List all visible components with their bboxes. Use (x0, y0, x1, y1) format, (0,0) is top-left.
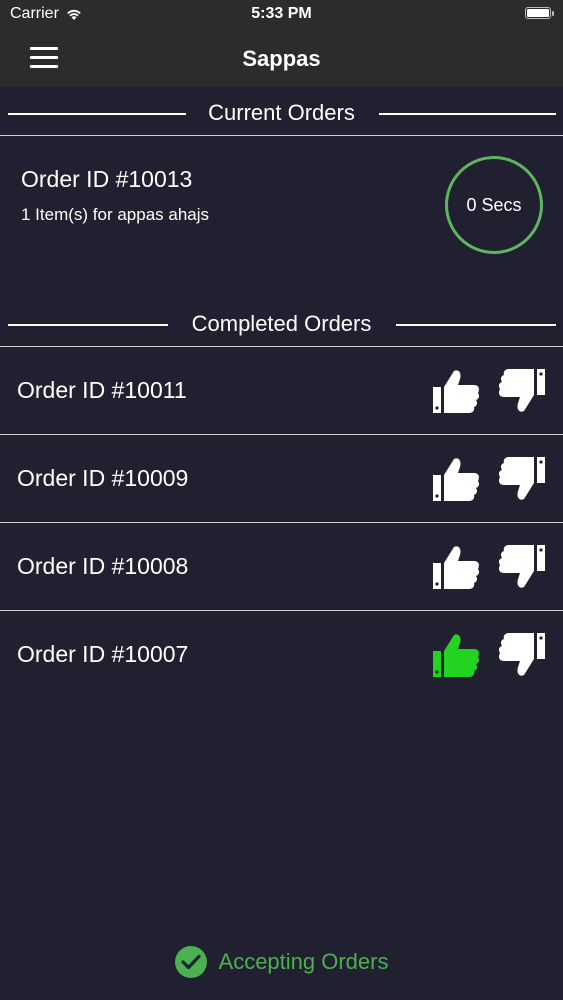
completed-order-row[interactable]: Order ID #10008 (0, 523, 563, 611)
order-id: Order ID #10007 (17, 641, 189, 667)
thumbs-up-icon[interactable] (428, 540, 482, 594)
nav-bar: Sappas (0, 30, 563, 87)
completed-order-row[interactable]: Order ID #10007 (0, 611, 563, 699)
completed-order-row[interactable]: Order ID #10011 (0, 347, 563, 435)
thumbs-down-icon[interactable] (496, 540, 550, 594)
completed-order-row[interactable]: Order ID #10009 (0, 435, 563, 523)
thumbs-up-icon[interactable] (428, 452, 482, 506)
battery-icon (525, 7, 554, 19)
order-timer: 0 Secs (445, 156, 543, 254)
current-order-summary: 1 Item(s) for appas ahajs (21, 205, 210, 224)
order-timer-label: 0 Secs (466, 194, 522, 215)
thumbs-down-icon[interactable] (496, 628, 550, 682)
current-orders-title: Current Orders (190, 100, 373, 126)
current-order-card[interactable]: Order ID #10013 1 Item(s) for appas ahaj… (0, 136, 563, 286)
completed-orders-header: Completed Orders (0, 302, 563, 347)
status-time: 5:33 PM (251, 5, 312, 22)
completed-orders-title: Completed Orders (173, 311, 390, 337)
thumbs-down-icon[interactable] (496, 452, 550, 506)
current-orders-header: Current Orders (0, 91, 563, 136)
status-bar: Carrier 5:33 PM (0, 0, 563, 30)
thumbs-down-icon[interactable] (496, 364, 550, 418)
page-title: Sappas (242, 46, 321, 71)
current-order-id: Order ID #10013 (21, 166, 193, 192)
accepting-orders-status[interactable]: Accepting Orders (0, 944, 563, 980)
order-id: Order ID #10009 (17, 465, 189, 491)
thumbs-up-icon[interactable] (428, 364, 482, 418)
order-id: Order ID #10008 (17, 553, 189, 579)
check-circle-icon (174, 946, 207, 978)
order-id: Order ID #10011 (17, 377, 187, 403)
accepting-orders-label: Accepting Orders (218, 949, 389, 974)
thumbs-up-icon[interactable] (428, 628, 482, 682)
